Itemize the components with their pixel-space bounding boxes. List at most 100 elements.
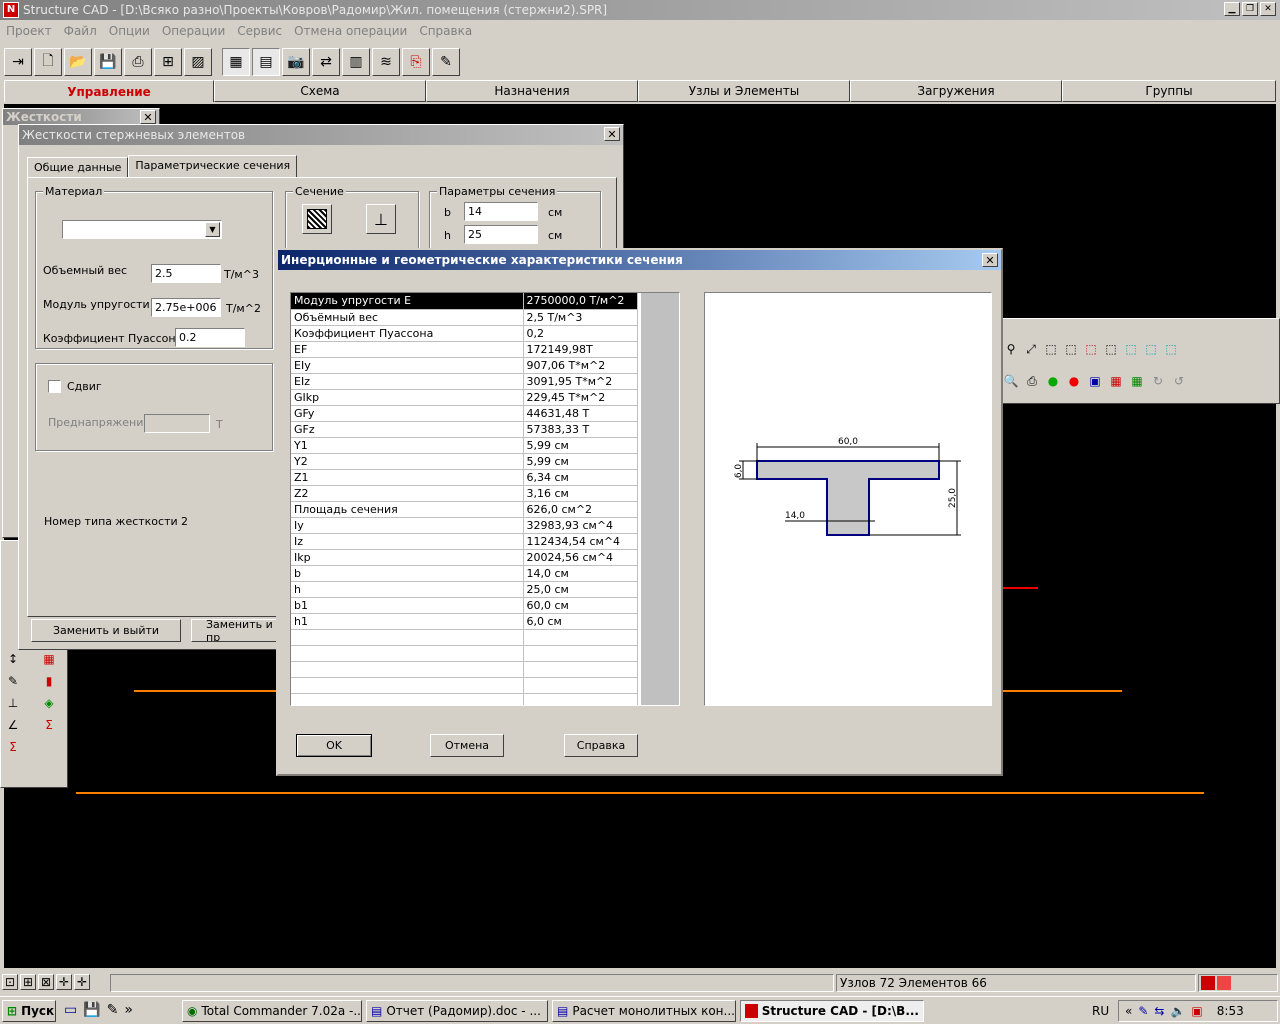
table-row[interactable]: GFy 44631,48 Т xyxy=(291,405,638,422)
table-row[interactable]: EF 172149,98Т xyxy=(291,341,638,358)
cube-icon[interactable]: ⬚ xyxy=(1063,341,1079,357)
stiffness-panel-close-icon[interactable]: ✕ xyxy=(140,110,156,124)
start-button[interactable]: ⊞ Пуск xyxy=(2,1000,56,1022)
menu-options[interactable]: Опции xyxy=(103,22,156,42)
rotate-alt-icon[interactable]: ↺ xyxy=(1171,373,1187,389)
tab-control[interactable]: Управление xyxy=(4,80,214,102)
sum-icon[interactable]: Σ xyxy=(5,739,21,755)
task-calc-monolith[interactable]: ▤ Расчет монолитных кон... xyxy=(552,1000,736,1022)
angle-icon[interactable]: ∠ xyxy=(5,717,21,733)
table-row[interactable]: Z1 6,34 см xyxy=(291,469,638,486)
cube-cyan-icon[interactable]: ⬚ xyxy=(1163,341,1179,357)
task-total-commander[interactable]: ◉ Total Commander 7.02a -... xyxy=(182,1000,362,1022)
language-indicator[interactable]: RU xyxy=(1092,1004,1109,1018)
table-row[interactable]: Ikp 20024,56 см^4 xyxy=(291,549,638,566)
cube-grid-icon[interactable]: ⬚ xyxy=(1043,341,1059,357)
task-report-doc[interactable]: ▤ Отчет (Радомир).doc - ... xyxy=(366,1000,548,1022)
rod-dialog-close-icon[interactable]: ✕ xyxy=(604,127,620,141)
table-row[interactable]: Iz 112434,54 см^4 xyxy=(291,533,638,550)
table-red-icon[interactable]: ▦ xyxy=(41,651,57,667)
cube-cyan-icon[interactable]: ⬚ xyxy=(1143,341,1159,357)
save-icon[interactable]: 💾 xyxy=(94,48,122,76)
axis-icon[interactable]: ⤢ xyxy=(1023,341,1039,357)
table-row[interactable]: Объёмный вес 2,5 Т/м^3 xyxy=(291,309,638,326)
material-select[interactable]: ▼ xyxy=(62,220,222,239)
inertia-dialog-close-icon[interactable]: ✕ xyxy=(982,253,998,267)
replace-and-continue-button[interactable]: Заменить и пр xyxy=(191,619,281,642)
tray-network-icon[interactable]: ⇆ xyxy=(1154,1004,1164,1018)
tree-icon[interactable]: ⊞ xyxy=(154,48,182,76)
cross-alt-icon[interactable]: ✛ xyxy=(74,974,90,990)
new-file-icon[interactable]: 🗋 xyxy=(34,48,62,76)
table-row[interactable]: Площадь сечения 626,0 см^2 xyxy=(291,501,638,518)
menu-undo[interactable]: Отмена операции xyxy=(288,22,413,42)
rect-section-icon[interactable] xyxy=(302,204,332,234)
tab-general-data[interactable]: Общие данные xyxy=(27,157,129,178)
tray-volume-icon[interactable]: 🔈 xyxy=(1170,1004,1185,1018)
minimize-button[interactable]: ▁ xyxy=(1224,2,1240,16)
snap-icon[interactable]: ⊡ xyxy=(2,974,18,990)
param-h-input[interactable]: 25 xyxy=(464,225,538,244)
table-row[interactable]: h 25,0 см xyxy=(291,581,638,598)
table-row[interactable]: GFz 57383,33 Т xyxy=(291,421,638,438)
table-row[interactable]: EIz 3091,95 Т*м^2 xyxy=(291,373,638,390)
table-row[interactable]: h1 6,0 см xyxy=(291,613,638,630)
elastic-modulus-input[interactable]: 2.75e+006 xyxy=(151,298,221,317)
table-row[interactable]: Iy 32983,93 см^4 xyxy=(291,517,638,534)
table-row[interactable]: EIy 907,06 Т*м^2 xyxy=(291,357,638,374)
volume-weight-input[interactable]: 2.5 xyxy=(151,264,221,283)
window-icon[interactable]: ▣ xyxy=(1087,373,1103,389)
green-ball-icon[interactable]: ● xyxy=(1045,373,1061,389)
printer-icon[interactable]: ⎙ xyxy=(1024,373,1040,389)
replace-and-exit-button[interactable]: Заменить и выйти xyxy=(31,619,181,642)
cancel-button[interactable]: Отмена xyxy=(430,734,504,757)
magnify-icon[interactable]: 🔍 xyxy=(1003,373,1019,389)
calculator-icon[interactable]: ▤ xyxy=(252,48,280,76)
tray-expand-icon[interactable]: « xyxy=(1125,1004,1132,1018)
bar-chart-icon[interactable]: ▮ xyxy=(41,673,57,689)
export-icon[interactable]: ⎘ xyxy=(402,48,430,76)
table-row[interactable]: Модуль упругости E 2750000,0 Т/м^2 xyxy=(291,293,638,310)
shear-checkbox[interactable] xyxy=(48,380,61,393)
t-section-icon[interactable]: ⊥ xyxy=(366,204,396,234)
task-structure-cad[interactable]: Structure CAD - [D:\B... xyxy=(740,1000,924,1022)
menu-file[interactable]: Файл xyxy=(58,22,103,42)
param-b-input[interactable]: 14 xyxy=(464,202,538,221)
tool-icon[interactable]: ✎ xyxy=(107,1002,119,1018)
menu-help[interactable]: Справка xyxy=(413,22,478,42)
help-button[interactable]: Справка xyxy=(564,734,638,757)
tab-nodes-elements[interactable]: Узлы и Элементы xyxy=(638,80,850,102)
edit-icon[interactable]: ✎ xyxy=(5,673,21,689)
print-icon[interactable]: ⎙ xyxy=(124,48,152,76)
exit-icon[interactable]: ⇥ xyxy=(4,48,32,76)
tray-pen-icon[interactable]: ✎ xyxy=(1138,1004,1148,1018)
cube-move-icon[interactable]: ⬚ xyxy=(1103,341,1119,357)
snap-grid-icon[interactable]: ⊞ xyxy=(20,974,36,990)
table-icon[interactable]: ▥ xyxy=(342,48,370,76)
chevron-down-icon[interactable]: ▼ xyxy=(205,222,220,237)
tab-loads[interactable]: Загружения xyxy=(850,80,1062,102)
mesh-icon[interactable]: ▦ xyxy=(222,48,250,76)
menu-project[interactable]: Проект xyxy=(0,22,58,42)
chart-icon[interactable]: ≋ xyxy=(372,48,400,76)
cross-icon[interactable]: ✛ xyxy=(56,974,72,990)
camera-icon[interactable]: 📷 xyxy=(282,48,310,76)
pencil-icon[interactable]: ✎ xyxy=(432,48,460,76)
snap-point-icon[interactable]: ⊠ xyxy=(38,974,54,990)
node-icon[interactable]: ⚲ xyxy=(1003,341,1019,357)
desktop-icon[interactable]: ▭ xyxy=(64,1002,77,1018)
tab-parametric-sections[interactable]: Параметрические сечения xyxy=(128,155,298,178)
poisson-input[interactable]: 0.2 xyxy=(175,328,245,347)
red-ball-icon[interactable]: ● xyxy=(1066,373,1082,389)
transfer-icon[interactable]: ⇄ xyxy=(312,48,340,76)
menu-operations[interactable]: Операции xyxy=(156,22,231,42)
table-row[interactable]: Коэффициент Пуассона 0,2 xyxy=(291,325,638,342)
dimension-icon[interactable]: ↕ xyxy=(5,651,21,667)
prestress-input[interactable] xyxy=(144,414,210,433)
table-row[interactable]: GIkp 229,45 Т*м^2 xyxy=(291,389,638,406)
tray-app-icon[interactable]: ▣ xyxy=(1191,1004,1202,1018)
sum-table-icon[interactable]: Σ xyxy=(41,717,57,733)
table-row[interactable]: b 14,0 см xyxy=(291,565,638,582)
grid-green-icon[interactable]: ▦ xyxy=(1129,373,1145,389)
restore-button[interactable]: ❐ xyxy=(1242,2,1258,16)
